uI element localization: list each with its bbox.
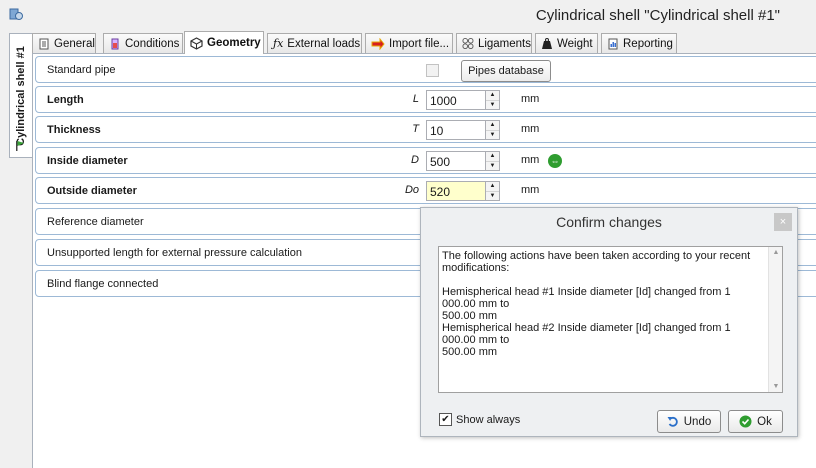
spin-up-icon[interactable]: ▲: [486, 182, 499, 191]
inside-diameter-value: 500: [430, 155, 451, 169]
tab-ligaments[interactable]: Ligaments: [456, 33, 532, 53]
row-label: Inside diameter: [47, 155, 128, 167]
tab-external-loads[interactable]: ƒx External loads: [267, 33, 362, 53]
row-standard-pipe: Standard pipe Pipes database: [35, 56, 816, 83]
inside-diameter-unit: mm: [521, 154, 540, 166]
spin-up-icon[interactable]: ▲: [486, 152, 499, 161]
tab-label: Import file...: [389, 37, 450, 50]
spin-down-icon[interactable]: ▼: [486, 100, 499, 109]
scroll-down-icon[interactable]: ▼: [769, 383, 783, 390]
spin-down-icon[interactable]: ▼: [486, 130, 499, 139]
tab-geometry[interactable]: Geometry: [184, 31, 264, 54]
message-textbox[interactable]: The following actions have been taken ac…: [438, 246, 783, 393]
message-text: The following actions have been taken ac…: [442, 250, 767, 358]
outside-diameter-unit: mm: [521, 184, 540, 196]
length-input[interactable]: 1000 ▲ ▼: [426, 90, 500, 110]
document-icon: [39, 38, 49, 49]
outside-diameter-symbol: Do: [404, 184, 419, 196]
message-line: Hemispherical head #2 Inside diameter [I…: [442, 322, 731, 346]
vertical-scrollbar[interactable]: ▲ ▼: [768, 247, 782, 392]
thickness-spinner[interactable]: ▲ ▼: [485, 121, 499, 139]
tab-weight[interactable]: Weight: [535, 33, 598, 53]
message-line: 500.00 mm: [442, 310, 498, 322]
tab-label: Ligaments: [477, 37, 531, 50]
inside-diameter-spinner[interactable]: ▲ ▼: [485, 152, 499, 170]
show-always-checkbox[interactable]: ✔: [439, 413, 452, 426]
thickness-input[interactable]: 10 ▲ ▼: [426, 120, 500, 140]
message-line: modifications:: [442, 262, 510, 274]
tab-conditions[interactable]: Conditions: [103, 33, 183, 53]
row-label: Length: [47, 94, 84, 106]
tab-reporting[interactable]: Reporting: [601, 33, 677, 53]
side-tab-label: Cylindrical shell #1: [15, 45, 27, 146]
dialog-title: Confirm changes: [556, 214, 662, 230]
tab-label: Conditions: [125, 37, 180, 50]
title-bar: Cylindrical shell "Cylindrical shell #1": [0, 0, 816, 30]
undo-button[interactable]: Undo: [657, 410, 721, 433]
inside-diameter-symbol: D: [411, 154, 419, 166]
row-label: Unsupported length for external pressure…: [47, 247, 302, 259]
ligaments-icon: [462, 37, 474, 50]
spin-down-icon[interactable]: ▼: [486, 191, 499, 200]
side-tab-cylindrical-shell[interactable]: Cylindrical shell #1: [9, 33, 32, 158]
app-icon: [9, 8, 23, 20]
outside-diameter-value: 520: [430, 185, 451, 199]
ok-button[interactable]: Ok: [728, 410, 783, 433]
row-label: Thickness: [47, 124, 101, 136]
show-always-label: Show always: [456, 413, 521, 426]
tab-label: Weight: [557, 37, 593, 50]
row-label: Outside diameter: [47, 185, 137, 197]
flag-icon: [16, 141, 24, 151]
tab-general[interactable]: General: [32, 33, 96, 53]
thickness-symbol: T: [412, 123, 419, 135]
report-icon: [608, 38, 618, 49]
length-symbol: L: [412, 93, 419, 105]
row-label: Reference diameter: [47, 216, 144, 228]
row-outside-diameter: Outside diameter Do 520 ▲ ▼ mm: [35, 177, 816, 204]
tab-import-file[interactable]: Import file...: [365, 33, 453, 53]
outside-diameter-input[interactable]: 520 ▲ ▼: [426, 181, 500, 201]
length-unit: mm: [521, 93, 540, 105]
undo-label: Undo: [683, 415, 712, 428]
message-line: The following actions have been taken ac…: [442, 250, 751, 262]
tab-label: Geometry: [207, 37, 261, 49]
outside-diameter-spinner[interactable]: ▲ ▼: [485, 182, 499, 200]
pipes-database-button[interactable]: Pipes database: [461, 60, 551, 82]
row-inside-diameter: Inside diameter D 500 ▲ ▼ mm ⇔: [35, 147, 816, 174]
function-icon: ƒx: [273, 37, 284, 50]
spin-down-icon[interactable]: ▼: [486, 161, 499, 170]
confirm-changes-dialog: Confirm changes × The following actions …: [420, 207, 798, 437]
conditions-icon: [111, 38, 119, 49]
length-spinner[interactable]: ▲ ▼: [485, 91, 499, 109]
message-line: 500.00 mm: [442, 346, 498, 358]
thickness-value: 10: [430, 124, 444, 138]
thickness-unit: mm: [521, 123, 540, 135]
length-value: 1000: [430, 94, 457, 108]
standard-pipe-checkbox[interactable]: [426, 64, 439, 77]
tab-label: External loads: [287, 37, 361, 50]
scroll-up-icon[interactable]: ▲: [769, 249, 783, 256]
ok-label: Ok: [757, 415, 772, 428]
ok-icon: [739, 415, 752, 428]
spin-up-icon[interactable]: ▲: [486, 91, 499, 100]
undo-icon: [667, 416, 678, 427]
weight-icon: [542, 37, 552, 49]
geometry-icon: [190, 36, 203, 50]
row-length: Length L 1000 ▲ ▼ mm: [35, 86, 816, 113]
tab-label: General: [54, 37, 95, 50]
row-label: Standard pipe: [47, 64, 116, 76]
link-icon[interactable]: ⇔: [548, 154, 562, 168]
close-icon[interactable]: ×: [774, 213, 792, 231]
row-thickness: Thickness T 10 ▲ ▼ mm: [35, 116, 816, 143]
inside-diameter-input[interactable]: 500 ▲ ▼: [426, 151, 500, 171]
import-icon: [371, 37, 385, 50]
message-line: Hemispherical head #1 Inside diameter [I…: [442, 286, 731, 310]
show-always-option[interactable]: ✔ Show always: [439, 413, 520, 426]
window-title: Cylindrical shell "Cylindrical shell #1": [535, 7, 780, 24]
row-label: Blind flange connected: [47, 278, 159, 290]
tab-label: Reporting: [623, 37, 673, 50]
spin-up-icon[interactable]: ▲: [486, 121, 499, 130]
